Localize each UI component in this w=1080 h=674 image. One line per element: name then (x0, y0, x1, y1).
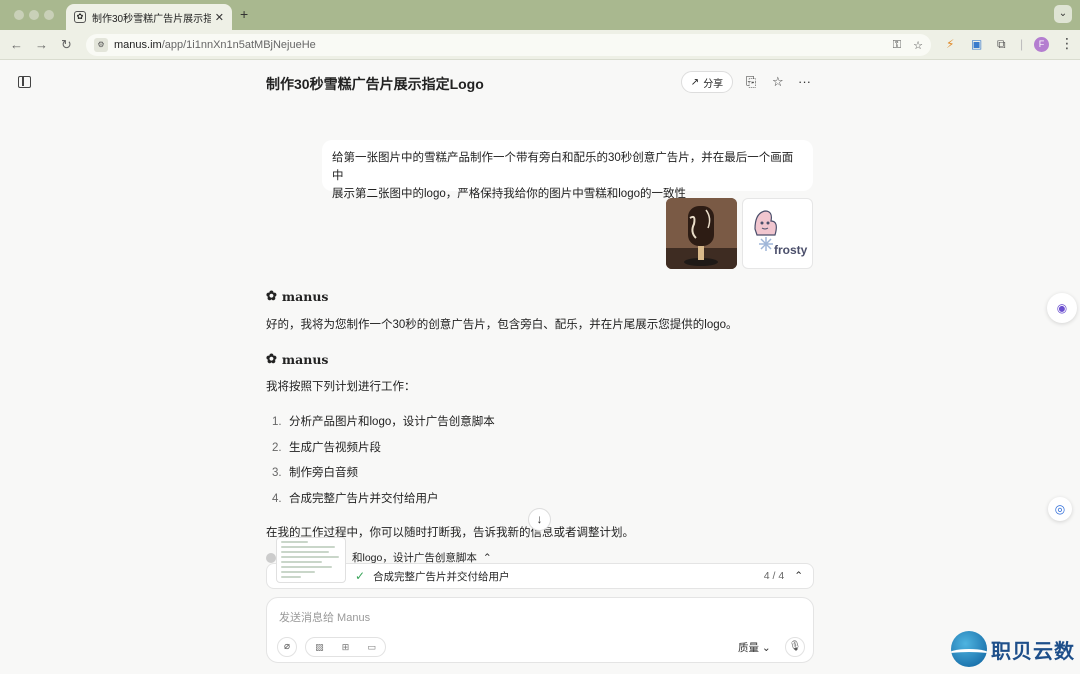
chevron-down-icon: ⌄ (761, 642, 771, 654)
address-bar[interactable]: ⚙ manus.im /app/1i1nnXn1n5atMBjNejueHe ⚿… (86, 34, 931, 56)
frosty-logo-icon (754, 210, 777, 251)
chevron-up-icon[interactable]: ⌃ (794, 570, 803, 582)
user-message-line1: 给第一张图片中的雪糕产品制作一个带有旁白和配乐的30秒创意广告片，并在最后一个画… (332, 152, 794, 182)
quality-label: 质量 (738, 642, 759, 654)
back-arrow-icon[interactable]: ← (10, 37, 23, 52)
watermark: 职贝云数 (951, 631, 1075, 667)
plan-item: 4. 合成完整广告片并交付给用户 (272, 493, 439, 505)
browser-tab-bar: ✿ 制作30秒雪糕广告片展示指定L ✕ + ⌄ (0, 0, 1080, 30)
icecream-bar-icon (666, 198, 737, 269)
share-label: 分享 (703, 78, 724, 90)
share-button[interactable]: ↗ 分享 (681, 71, 733, 93)
page-title: 制作30秒雪糕广告片展示指定Logo (266, 76, 484, 92)
check-icon: ✓ (355, 569, 366, 583)
puzzle-extensions-icon[interactable]: ⧉ (997, 37, 1006, 52)
assistant-reply: 好的，我将为您制作一个30秒的创意广告片，包含旁白、配乐，并在片尾展示您提供的l… (266, 319, 738, 331)
bookmark-star-icon[interactable]: ☆ (913, 39, 923, 52)
window-minimize-dot[interactable] (29, 10, 39, 20)
manus-logo-icon: ✿ (266, 352, 277, 367)
profile-avatar[interactable]: F (1034, 37, 1049, 52)
task-progress-bar[interactable]: ✓ 合成完整广告片并交付给用户 4 / 4 ⌃ (266, 563, 814, 589)
assistant-name: manus (281, 352, 329, 367)
step-status-icon (266, 552, 276, 563)
url-path: /app/1i1nnXn1n5atMBjNejueHe (161, 39, 316, 51)
window-close-dot[interactable] (14, 10, 24, 20)
attachment-icecream-image[interactable] (666, 198, 737, 269)
composer-tools: ▨ ⊞ ▭ (305, 637, 386, 657)
scroll-to-bottom-button[interactable]: ↓ (528, 508, 551, 531)
key-icon[interactable]: ⚿ (893, 39, 901, 52)
logo-label: frosty (774, 243, 808, 257)
reload-icon[interactable]: ↻ (61, 37, 72, 53)
microphone-icon[interactable]: 🎙 (785, 637, 805, 657)
browser-menu-icon[interactable]: ⋮ (1060, 35, 1074, 52)
chat-tool-icon[interactable]: ▭ (367, 642, 376, 653)
favorite-star-icon[interactable]: ☆ (772, 74, 784, 90)
tab-close-icon[interactable]: ✕ (215, 11, 224, 24)
image-tool-icon[interactable]: ▨ (315, 642, 324, 653)
extension-icon[interactable]: ▣ (971, 37, 982, 51)
sidebar-toggle-icon[interactable] (18, 76, 31, 88)
tab-title: 制作30秒雪糕广告片展示指定L (92, 13, 211, 25)
tab-search-chevron-icon[interactable]: ⌄ (1054, 5, 1072, 23)
manus-logo-icon: ✿ (266, 289, 277, 304)
more-options-icon[interactable]: ··· (798, 74, 811, 89)
terminal-preview-thumbnail[interactable] (276, 537, 346, 583)
window-zoom-dot[interactable] (44, 10, 54, 20)
chevron-up-icon: ⌃ (482, 551, 492, 564)
translate-float-icon[interactable]: ◎ (1048, 497, 1072, 521)
watermark-text: 职贝云数 (991, 640, 1075, 663)
files-icon[interactable]: ⎘ (746, 74, 756, 90)
toolbar-divider: | (1020, 37, 1024, 51)
assistant-name: manus (281, 289, 329, 304)
url-domain: manus.im (114, 39, 162, 51)
forward-arrow-icon[interactable]: → (35, 37, 48, 52)
browser-tab[interactable]: ✿ 制作30秒雪糕广告片展示指定L ✕ (66, 4, 232, 30)
assistant-float-icon[interactable]: ◉ (1047, 293, 1077, 323)
message-composer[interactable]: 发送消息给 Manus ⌀ ▨ ⊞ ▭ 质量 ⌄ 🎙 (266, 597, 814, 663)
apps-tool-icon[interactable]: ⊞ (342, 642, 350, 653)
step-counter: 4 / 4 (763, 570, 785, 582)
paperclip-icon[interactable]: ⌀ (277, 637, 297, 657)
plan-item: 2. 生成广告视频片段 (272, 442, 381, 454)
plan-item: 1. 分析产品图片和logo，设计广告创意脚本 (272, 416, 495, 428)
browser-toolbar: ← → ↻ ⚙ manus.im /app/1i1nnXn1n5atMBjNej… (0, 30, 1080, 60)
quality-dropdown[interactable]: 质量 ⌄ (738, 640, 771, 655)
plan-item: 3. 制作旁白音频 (272, 467, 358, 479)
site-settings-icon[interactable]: ⚙ (94, 38, 108, 52)
globe-logo-icon (951, 631, 987, 667)
assistant-brand: ✿ manus (266, 352, 328, 367)
lightning-extension-icon[interactable]: ⚡ (946, 37, 954, 51)
plan-intro: 我将按照下列计划进行工作： (266, 381, 416, 393)
attachment-logo-image[interactable]: frosty (742, 198, 813, 269)
manus-favicon-icon: ✿ (74, 11, 86, 23)
user-message: 给第一张图片中的雪糕产品制作一个带有旁白和配乐的30秒创意广告片，并在最后一个画… (322, 140, 813, 200)
new-tab-button[interactable]: + (240, 6, 248, 22)
assistant-brand: ✿ manus (266, 289, 328, 304)
composer-placeholder: 发送消息给 Manus (279, 612, 371, 624)
share-icon: ↗ (690, 76, 700, 88)
current-step-label: 合成完整广告片并交付给用户 (373, 570, 510, 583)
